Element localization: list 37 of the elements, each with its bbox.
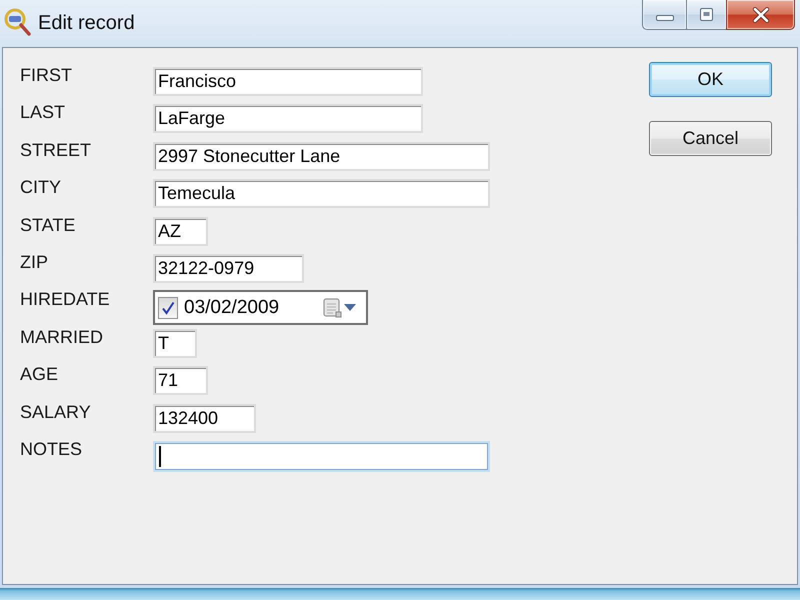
text-cursor-icon <box>159 446 161 467</box>
field-label: FIRST <box>20 64 73 87</box>
text-field[interactable]: 32122-0979 <box>153 254 304 283</box>
field-label: ZIP <box>20 250 50 274</box>
date-picker-field[interactable]: 03/02/2009 <box>153 290 368 326</box>
close-icon <box>752 6 770 22</box>
magnifier-icon <box>3 8 31 36</box>
field-label: CITY <box>20 176 62 200</box>
text-field[interactable] <box>153 440 490 472</box>
text-field[interactable]: T <box>153 328 197 358</box>
window-title: Edit record <box>38 11 135 35</box>
text-field[interactable]: Temecula <box>153 179 490 208</box>
text-field[interactable]: Francisco <box>153 67 423 96</box>
text-field[interactable]: AZ <box>153 216 208 246</box>
text-field[interactable]: LaFarge <box>153 104 423 134</box>
field-label: STREET <box>20 138 92 162</box>
text-field[interactable]: 2997 Stonecutter Lane <box>153 142 490 171</box>
dialog-button[interactable]: OK <box>649 62 772 97</box>
dialog-button[interactable]: Cancel <box>649 121 772 156</box>
field-label: SALARY <box>20 400 92 424</box>
dropdown-caret-icon[interactable] <box>344 304 356 312</box>
calendar-icon[interactable] <box>323 298 342 318</box>
minimize-button[interactable] <box>642 0 686 30</box>
field-label: STATE <box>20 214 76 237</box>
maximize-button[interactable] <box>686 0 726 30</box>
field-label: HIREDATE <box>20 288 111 312</box>
minimize-icon <box>656 14 674 20</box>
checkbox[interactable] <box>158 296 178 319</box>
close-button[interactable] <box>726 0 795 30</box>
field-label: NOTES <box>20 438 84 461</box>
field-label: MARRIED <box>20 326 104 349</box>
checkmark-icon <box>161 300 175 315</box>
text-field[interactable]: 132400 <box>153 404 256 433</box>
text-field[interactable]: 71 <box>153 366 208 396</box>
field-label: LAST <box>20 101 66 124</box>
field-label: AGE <box>20 363 60 386</box>
maximize-icon <box>700 8 713 21</box>
